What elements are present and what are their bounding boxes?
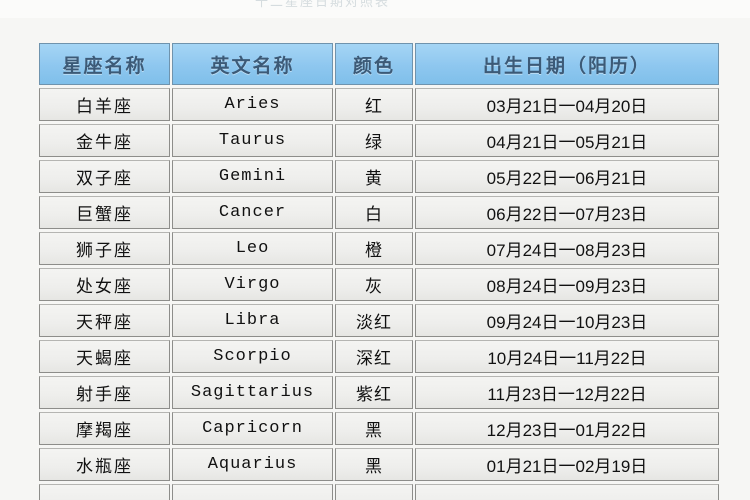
cell-birth-date: 06月22日一07月23日	[415, 196, 719, 229]
zodiac-table-container: 星座名称 英文名称 颜色 出生日期（阳历） 白羊座 Aries 红 03月21日一04…	[37, 40, 719, 500]
column-header-color: 颜色	[335, 43, 413, 85]
cell-english-name	[172, 484, 333, 500]
header-row: 星座名称 英文名称 颜色 出生日期（阳历）	[39, 43, 719, 85]
cell-zodiac-name: 双子座	[39, 160, 170, 193]
cell-zodiac-name: 处女座	[39, 268, 170, 301]
cell-color: 黑	[335, 448, 413, 481]
cell-birth-date: 12月23日一01月22日	[415, 412, 719, 445]
cell-birth-date: 01月21日一02月19日	[415, 448, 719, 481]
cell-zodiac-name: 射手座	[39, 376, 170, 409]
cell-english-name: Aquarius	[172, 448, 333, 481]
cell-color	[335, 484, 413, 500]
table-row: 双子座 Gemini 黄 05月22日一06月21日	[39, 160, 719, 193]
cell-english-name: Scorpio	[172, 340, 333, 373]
cell-english-name: Taurus	[172, 124, 333, 157]
cell-english-name: Capricorn	[172, 412, 333, 445]
table-row: 摩羯座 Capricorn 黑 12月23日一01月22日	[39, 412, 719, 445]
table-row	[39, 484, 719, 500]
cell-zodiac-name: 巨蟹座	[39, 196, 170, 229]
cell-color: 黄	[335, 160, 413, 193]
cell-color: 白	[335, 196, 413, 229]
table-row: 水瓶座 Aquarius 黑 01月21日一02月19日	[39, 448, 719, 481]
table-header: 星座名称 英文名称 颜色 出生日期（阳历）	[39, 43, 719, 85]
cell-birth-date: 07月24日一08月23日	[415, 232, 719, 265]
cell-zodiac-name: 天蝎座	[39, 340, 170, 373]
table-row: 天秤座 Libra 淡红 09月24日一10月23日	[39, 304, 719, 337]
cell-birth-date: 05月22日一06月21日	[415, 160, 719, 193]
cell-zodiac-name: 白羊座	[39, 88, 170, 121]
cell-color: 灰	[335, 268, 413, 301]
table-row: 巨蟹座 Cancer 白 06月22日一07月23日	[39, 196, 719, 229]
table-row: 处女座 Virgo 灰 08月24日一09月23日	[39, 268, 719, 301]
caption-text: 十二星座日期对照表	[255, 0, 391, 9]
cell-birth-date: 03月21日一04月20日	[415, 88, 719, 121]
table-row: 金牛座 Taurus 绿 04月21日一05月21日	[39, 124, 719, 157]
cell-english-name: Virgo	[172, 268, 333, 301]
column-header-english: 英文名称	[172, 43, 333, 85]
cell-color: 黑	[335, 412, 413, 445]
cell-color: 红	[335, 88, 413, 121]
zodiac-table: 星座名称 英文名称 颜色 出生日期（阳历） 白羊座 Aries 红 03月21日一04…	[37, 40, 721, 500]
cell-color: 橙	[335, 232, 413, 265]
cell-birth-date: 04月21日一05月21日	[415, 124, 719, 157]
cell-english-name: Sagittarius	[172, 376, 333, 409]
clipped-caption-strip: 十二星座日期对照表	[0, 0, 750, 18]
table-row: 射手座 Sagittarius 紫红 11月23日一12月22日	[39, 376, 719, 409]
cell-color: 绿	[335, 124, 413, 157]
column-header-name: 星座名称	[39, 43, 170, 85]
cell-birth-date: 08月24日一09月23日	[415, 268, 719, 301]
cell-color: 淡红	[335, 304, 413, 337]
cell-birth-date: 11月23日一12月22日	[415, 376, 719, 409]
cell-english-name: Cancer	[172, 196, 333, 229]
cell-birth-date	[415, 484, 719, 500]
table-row: 狮子座 Leo 橙 07月24日一08月23日	[39, 232, 719, 265]
cell-zodiac-name: 水瓶座	[39, 448, 170, 481]
table-row: 天蝎座 Scorpio 深红 10月24日一11月22日	[39, 340, 719, 373]
cell-zodiac-name: 摩羯座	[39, 412, 170, 445]
cell-birth-date: 10月24日一11月22日	[415, 340, 719, 373]
cell-zodiac-name: 狮子座	[39, 232, 170, 265]
cell-birth-date: 09月24日一10月23日	[415, 304, 719, 337]
cell-zodiac-name	[39, 484, 170, 500]
cell-english-name: Leo	[172, 232, 333, 265]
table-body: 白羊座 Aries 红 03月21日一04月20日 金牛座 Taurus 绿 04月21日一0…	[39, 88, 719, 500]
cell-zodiac-name: 天秤座	[39, 304, 170, 337]
cell-english-name: Aries	[172, 88, 333, 121]
table-row: 白羊座 Aries 红 03月21日一04月20日	[39, 88, 719, 121]
zodiac-table-page: 十二星座日期对照表 星座名称 英文名称 颜色 出生日期（阳历） 白羊座 Aries…	[0, 0, 750, 500]
cell-english-name: Gemini	[172, 160, 333, 193]
cell-english-name: Libra	[172, 304, 333, 337]
cell-color: 紫红	[335, 376, 413, 409]
cell-color: 深红	[335, 340, 413, 373]
cell-zodiac-name: 金牛座	[39, 124, 170, 157]
column-header-date: 出生日期（阳历）	[415, 43, 719, 85]
